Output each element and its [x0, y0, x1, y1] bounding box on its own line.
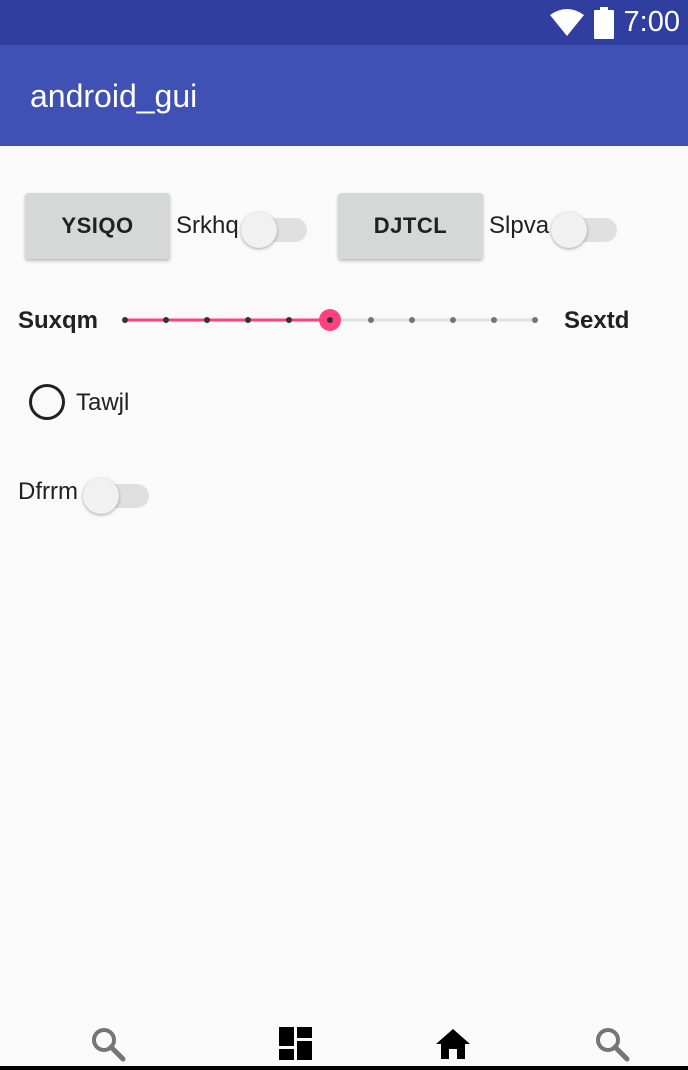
slpva-switch[interactable]	[551, 206, 617, 248]
seekbar-right-label: Sextd	[564, 307, 630, 334]
search-icon[interactable]	[594, 1026, 630, 1062]
search-icon[interactable]	[90, 1026, 126, 1062]
radio-tawjl-label: Tawjl	[76, 389, 130, 416]
seekbar-tick	[532, 317, 538, 323]
tawjl-radio[interactable]	[29, 384, 65, 420]
seekbar-left-label: Suxqm	[18, 307, 99, 334]
dfrrm-switch[interactable]	[83, 472, 149, 514]
app-title: android_gui	[30, 78, 198, 114]
seekbar-tick	[368, 317, 374, 323]
seekbar-tick	[286, 317, 292, 323]
dashboard-icon[interactable]	[278, 1026, 314, 1062]
battery-icon	[593, 6, 614, 39]
seekbar-tick	[245, 317, 251, 323]
ysiqo-button[interactable]: YSIQO	[25, 193, 170, 259]
seekbar-tick	[122, 317, 128, 323]
switch-dfrrm-label: Dfrrm	[18, 478, 78, 505]
srkhq-switch[interactable]	[241, 206, 307, 248]
discrete-seekbar[interactable]	[115, 305, 545, 335]
app-bar: android_gui	[0, 45, 688, 146]
switch-thumb	[83, 478, 119, 514]
switch-thumb	[551, 212, 587, 248]
wifi-icon	[549, 8, 584, 36]
seekbar-tick	[204, 317, 210, 323]
status-time: 7:00	[623, 6, 680, 38]
seekbar-tick	[491, 317, 497, 323]
seekbar-thumb-tick	[327, 317, 333, 323]
switch-srkhq-label: Srkhq	[176, 212, 239, 239]
status-bar: 7:00	[0, 0, 688, 45]
switch-slpva-label: Slpva	[489, 212, 550, 239]
seekbar-tick	[450, 317, 456, 323]
seekbar-tick	[163, 317, 169, 323]
home-icon[interactable]	[435, 1026, 471, 1062]
seekbar-tick	[409, 317, 415, 323]
navigation-bar-edge	[0, 1066, 688, 1070]
switch-thumb	[241, 212, 277, 248]
djtcl-button[interactable]: DJTCL	[338, 193, 483, 259]
